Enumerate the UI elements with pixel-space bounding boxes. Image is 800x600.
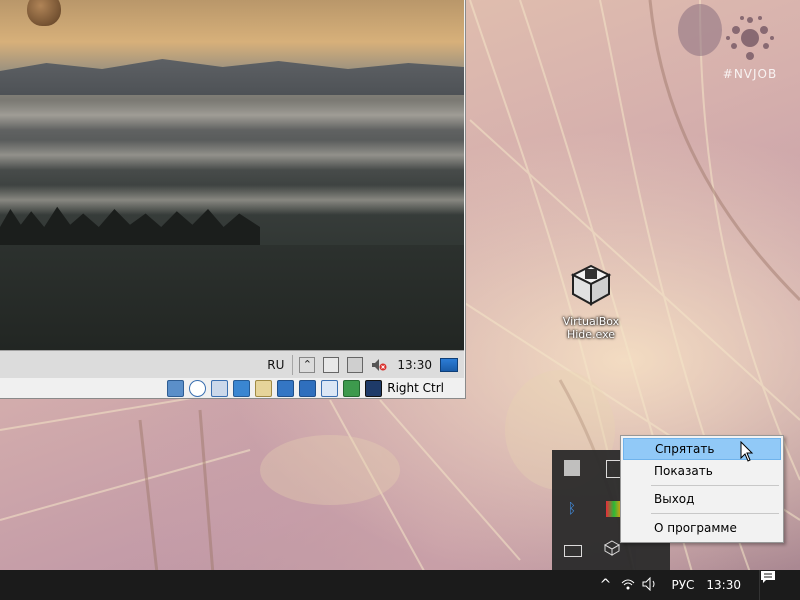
watermark-text: #NVJOB <box>722 67 778 81</box>
wifi-icon[interactable] <box>617 577 639 594</box>
nvjob-logo-icon <box>726 16 774 60</box>
vm-guest-screen[interactable] <box>0 0 464 350</box>
fog-layer <box>0 185 464 215</box>
action-center-button[interactable] <box>759 570 800 600</box>
video-capture-icon[interactable] <box>299 379 317 397</box>
fog-layer <box>0 100 464 130</box>
usb-icon[interactable] <box>321 379 339 397</box>
audio-icon[interactable] <box>211 379 229 397</box>
shared-folders-icon[interactable] <box>255 379 273 397</box>
notebook-icon[interactable] <box>564 460 580 476</box>
divider <box>292 354 294 375</box>
usb-device-icon[interactable] <box>323 356 340 373</box>
mouse-integration-icon[interactable] <box>365 379 383 397</box>
virtualbox-status-bar: Right Ctrl <box>0 378 464 398</box>
hard-disk-icon[interactable] <box>167 379 185 397</box>
show-hidden-icons-chevron-icon[interactable]: ^ <box>593 577 617 593</box>
menu-item-show[interactable]: Показать <box>623 460 781 482</box>
input-language-indicator[interactable]: РУС <box>671 578 694 592</box>
virtualbox-tray-icon[interactable] <box>603 540 621 556</box>
host-taskbar: ^ РУС 13:30 <box>0 570 800 600</box>
menu-separator <box>651 485 779 486</box>
menu-item-exit[interactable]: Выход <box>623 488 781 510</box>
nvjob-watermark: #NVJOB <box>712 12 788 81</box>
field <box>0 245 464 350</box>
mouse-cursor-icon <box>740 441 754 462</box>
optical-drive-icon[interactable] <box>189 379 207 397</box>
display-icon[interactable] <box>277 379 295 397</box>
notification-icon <box>761 571 775 583</box>
fog-layer <box>0 140 464 170</box>
hot-air-balloon <box>27 0 61 26</box>
battery-icon[interactable] <box>564 545 582 557</box>
cpu-icon[interactable] <box>343 379 361 397</box>
host-key-label: Right Ctrl <box>387 381 444 395</box>
menu-item-hide[interactable]: Спрятать <box>623 438 781 460</box>
show-desktop-button[interactable] <box>440 357 458 372</box>
guest-clock[interactable]: 13:30 <box>397 358 432 372</box>
virtualbox-cube-icon <box>570 264 612 306</box>
desktop-icon-label: VirtualBox <box>562 315 620 328</box>
menu-item-about[interactable]: О программе <box>623 517 781 539</box>
menu-separator <box>651 513 779 514</box>
system-clock[interactable]: 13:30 <box>706 578 741 592</box>
tray-context-menu: Спрятать Показать Выход О программе <box>620 435 784 543</box>
chevron-up-icon[interactable]: ⌃ <box>299 356 316 373</box>
volume-icon[interactable] <box>639 576 661 594</box>
system-tray: ^ РУС 13:30 <box>593 570 800 600</box>
bluetooth-icon[interactable]: ᛒ <box>564 501 580 517</box>
network-adapter-icon[interactable] <box>233 379 251 397</box>
guest-taskbar: RU ⌃ 13:30 <box>0 350 464 378</box>
virtualbox-vm-window[interactable]: RU ⌃ 13:30 Right Ctrl <box>0 0 466 399</box>
guest-language-indicator[interactable]: RU <box>267 358 284 372</box>
virtualbox-hide-desktop-icon[interactable]: VirtualBox Hide.exe <box>556 262 626 341</box>
network-icon[interactable] <box>347 356 364 373</box>
desktop-icon-label: Hide.exe <box>566 328 616 341</box>
volume-muted-icon[interactable] <box>371 358 387 372</box>
distant-hills <box>0 59 464 95</box>
